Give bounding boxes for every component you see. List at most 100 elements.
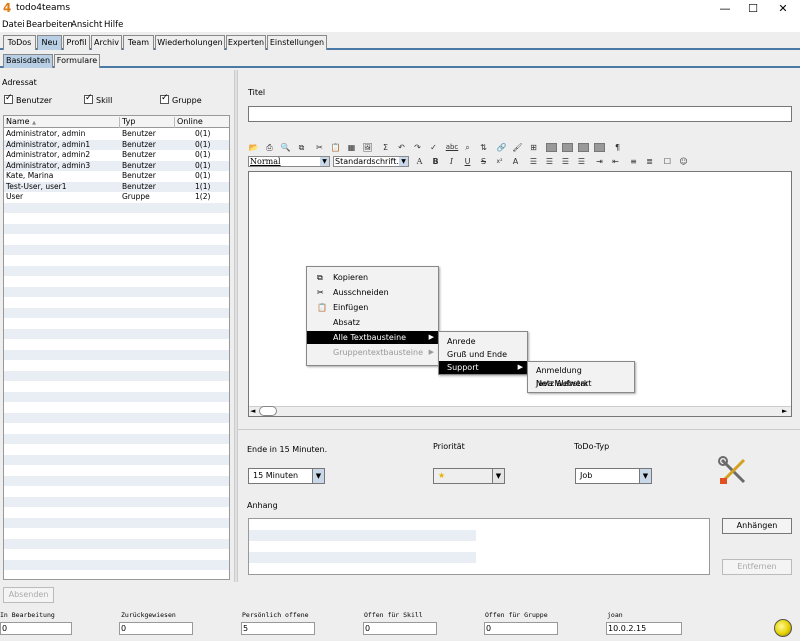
menu-hilfe[interactable]: Hilfe bbox=[104, 20, 123, 30]
align-right-icon[interactable]: ☰ bbox=[560, 156, 571, 167]
filter-benutzer-checkbox[interactable] bbox=[4, 93, 13, 104]
align-justify-icon[interactable]: ☰ bbox=[576, 156, 587, 167]
paragraph-style-select[interactable]: Normal ▼ bbox=[248, 156, 330, 167]
chevron-down-icon: ▼ bbox=[639, 469, 651, 483]
column-name-header[interactable]: Name ▲ bbox=[4, 117, 120, 128]
table-icon[interactable]: ▦ bbox=[346, 142, 357, 153]
horizontal-split-divider[interactable] bbox=[238, 424, 800, 430]
menu-datei[interactable]: Datei bbox=[2, 20, 25, 30]
strikethrough-icon[interactable]: S bbox=[478, 156, 489, 167]
find-icon[interactable]: ⌕ bbox=[462, 142, 473, 153]
priority-select[interactable]: ★ ▼ bbox=[433, 468, 505, 484]
tab-archiv[interactable]: Archiv bbox=[91, 35, 122, 50]
tab-einstellungen[interactable]: Einstellungen bbox=[267, 35, 327, 50]
spelling-icon[interactable]: abc bbox=[444, 142, 460, 153]
recipient-table[interactable]: Name ▲ Typ Online Administrator, admin Be… bbox=[3, 115, 230, 580]
undo-icon[interactable]: ↶ bbox=[396, 142, 407, 153]
status-skill-field: 0 bbox=[363, 622, 437, 635]
italic-icon[interactable]: I bbox=[446, 156, 457, 167]
cell-name: Test-User, user1 bbox=[6, 181, 67, 191]
preview-icon[interactable]: 🔍 bbox=[280, 142, 291, 153]
menu-bearbeiten[interactable]: Bearbeiten bbox=[26, 20, 73, 30]
ctx-java-webstart[interactable]: Java Webstart bbox=[528, 377, 634, 390]
table-row[interactable]: User Gruppe 1(2) bbox=[4, 192, 229, 203]
ctx-paragraph[interactable]: Absatz bbox=[307, 316, 438, 329]
ctx-group-snippets[interactable]: Gruppentextbausteine ▶ bbox=[307, 346, 438, 359]
table-row[interactable]: Administrator, admin2 Benutzer 0(1) bbox=[4, 150, 229, 161]
tab-basisdaten[interactable]: Basisdaten bbox=[3, 54, 53, 68]
replace-icon[interactable]: ⇅ bbox=[478, 142, 489, 153]
attach-button[interactable]: Anhängen bbox=[722, 518, 792, 534]
numbered-list-icon[interactable]: ≡ bbox=[628, 156, 639, 167]
menu-ansicht[interactable]: Ansicht bbox=[71, 20, 102, 30]
redo-icon[interactable]: ↷ bbox=[412, 142, 423, 153]
scroll-right-icon[interactable]: ► bbox=[782, 407, 787, 415]
filter-gruppe-checkbox[interactable] bbox=[160, 93, 169, 104]
minimize-button[interactable]: — bbox=[710, 0, 740, 17]
maximize-button[interactable]: ☐ bbox=[738, 0, 768, 17]
underline-icon[interactable]: U bbox=[462, 156, 473, 167]
pilcrow-icon[interactable]: ¶ bbox=[612, 142, 623, 153]
table-row[interactable]: Administrator, admin3 Benutzer 0(1) bbox=[4, 160, 229, 172]
table-row[interactable]: Test-User, user1 Benutzer 1(1) bbox=[4, 181, 229, 193]
paste-icon[interactable]: 📋 bbox=[330, 142, 341, 153]
ctx-support[interactable]: Support ▶ bbox=[439, 361, 527, 374]
tab-wiederholungen[interactable]: Wiederholungen bbox=[155, 35, 225, 50]
ctx-cut[interactable]: ✂ Ausschneiden bbox=[307, 286, 438, 299]
cell-type: Benutzer bbox=[122, 160, 156, 170]
copy-doc-icon[interactable]: ⧉ bbox=[296, 142, 307, 153]
open-icon[interactable]: 📂 bbox=[248, 142, 259, 153]
align-center-icon[interactable]: ☰ bbox=[544, 156, 555, 167]
scroll-left-icon[interactable]: ◄ bbox=[250, 407, 255, 415]
scroll-thumb[interactable] bbox=[259, 406, 277, 416]
sort-asc-icon: ▲ bbox=[32, 120, 37, 126]
split-pane-divider[interactable] bbox=[234, 70, 238, 582]
table-row[interactable]: Administrator, admin1 Benutzer 0(1) bbox=[4, 140, 229, 151]
ctx-gruss[interactable]: Gruß und Ende bbox=[439, 348, 527, 361]
superscript-icon[interactable]: x² bbox=[494, 156, 505, 167]
ctx-copy[interactable]: ⧉ Kopieren bbox=[307, 271, 438, 284]
bullet-list-icon[interactable]: ≣ bbox=[644, 156, 655, 167]
close-button[interactable]: ✕ bbox=[768, 0, 798, 17]
tab-todos[interactable]: ToDos bbox=[3, 35, 36, 50]
spellcheck-icon[interactable]: ✓ bbox=[428, 142, 439, 153]
table-row[interactable]: Administrator, admin Benutzer 0(1) bbox=[4, 129, 229, 140]
indent-icon[interactable]: ⇥ bbox=[594, 156, 605, 167]
font-size-icon[interactable]: A bbox=[414, 156, 425, 167]
editor-horizontal-scrollbar[interactable]: ◄ ► bbox=[249, 406, 791, 416]
smiley-icon[interactable]: ☺ bbox=[678, 156, 689, 167]
cut-icon[interactable]: ✂ bbox=[314, 142, 325, 153]
text-color-icon[interactable]: A bbox=[510, 156, 521, 167]
filter-skill-checkbox[interactable] bbox=[84, 93, 93, 104]
tab-team[interactable]: Team bbox=[123, 35, 154, 50]
box-icon[interactable]: ☐ bbox=[662, 156, 673, 167]
tab-neu[interactable]: Neu bbox=[37, 35, 62, 50]
align-left-icon[interactable]: ☰ bbox=[528, 156, 539, 167]
attachment-list[interactable] bbox=[248, 518, 710, 575]
send-button[interactable]: Absenden bbox=[3, 587, 54, 603]
column-typ-header[interactable]: Typ bbox=[120, 117, 175, 128]
font-family-select[interactable]: Standardschrift... ▼ bbox=[333, 156, 409, 167]
deadline-select[interactable]: 15 Minuten ▼ bbox=[248, 468, 325, 484]
ctx-paste[interactable]: 📋 Einfügen bbox=[307, 301, 438, 314]
ctx-netzlaufwerk[interactable]: Anmeldung Netzlaufwerk bbox=[528, 364, 634, 388]
link-icon[interactable]: 🔗 bbox=[496, 142, 507, 153]
structure-icon[interactable]: ⊞ bbox=[528, 142, 539, 153]
print-icon[interactable]: ⎙ bbox=[264, 142, 275, 153]
bold-icon[interactable]: B bbox=[430, 156, 441, 167]
tab-experten[interactable]: Experten bbox=[226, 35, 266, 50]
tab-formulare[interactable]: Formulare bbox=[54, 54, 100, 68]
ctx-all-snippets[interactable]: Alle Textbausteine ▶ bbox=[307, 331, 438, 344]
brush-icon[interactable]: 🖌 bbox=[512, 142, 523, 153]
tab-profil[interactable]: Profil bbox=[63, 35, 90, 50]
remove-attachment-button[interactable]: Entfernen bbox=[722, 559, 792, 575]
table-row[interactable]: Kate, Marina Benutzer 0(1) bbox=[4, 171, 229, 182]
column-online-header[interactable]: Online bbox=[175, 117, 229, 128]
ctx-anrede[interactable]: Anrede bbox=[439, 335, 527, 348]
outdent-icon[interactable]: ⇤ bbox=[610, 156, 621, 167]
image-icon[interactable]: 🖼 bbox=[362, 142, 373, 153]
todo-type-select[interactable]: Job ▼ bbox=[575, 468, 652, 484]
row-stripe bbox=[4, 244, 229, 255]
sum-icon[interactable]: Σ bbox=[380, 142, 391, 153]
title-input[interactable] bbox=[248, 106, 792, 122]
